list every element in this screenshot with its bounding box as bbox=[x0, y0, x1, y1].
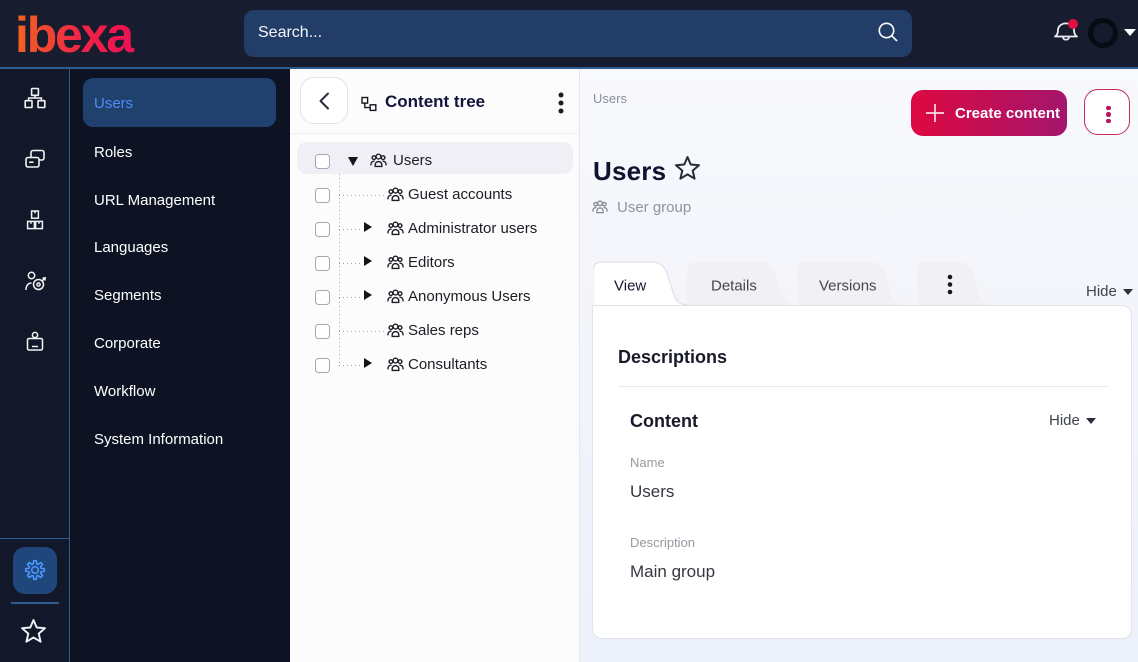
svg-text:ibexa: ibexa bbox=[17, 11, 135, 57]
svg-text:View: View bbox=[614, 277, 646, 294]
svg-text:Details: Details bbox=[711, 277, 757, 294]
svg-text:Versions: Versions bbox=[819, 277, 877, 294]
